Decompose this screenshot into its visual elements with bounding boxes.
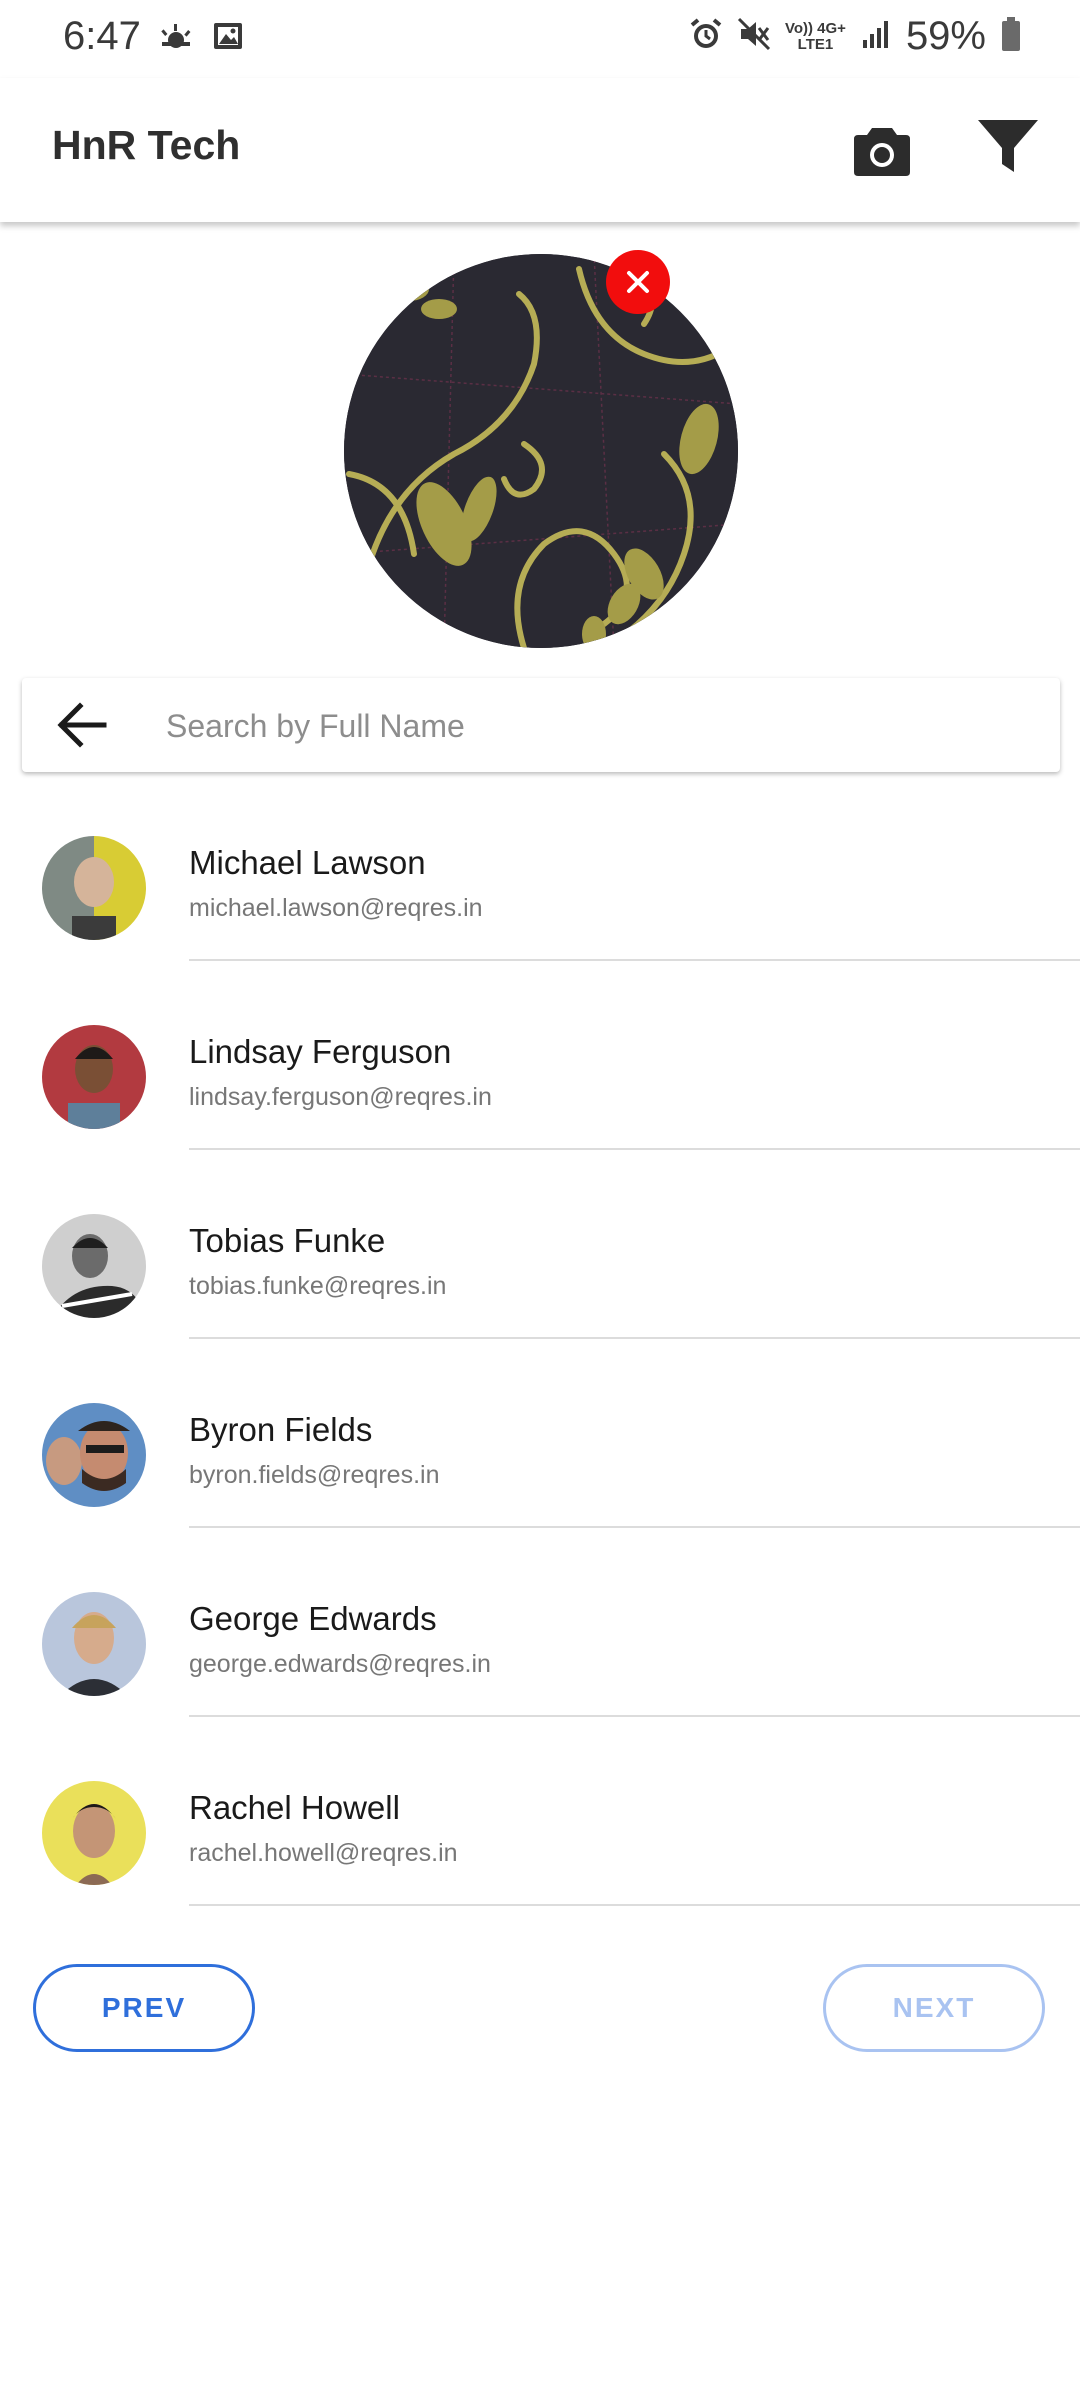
divider	[189, 1148, 1080, 1150]
status-left-icons	[158, 20, 244, 59]
search-bar	[22, 678, 1060, 772]
divider	[189, 1526, 1080, 1528]
gallery-icon	[212, 20, 244, 59]
user-email: rachel.howell@reqres.in	[189, 1839, 458, 1867]
user-name: Rachel Howell	[189, 1789, 400, 1826]
user-list: Michael Lawson michael.lawson@reqres.in …	[0, 800, 1080, 1934]
list-item[interactable]: George Edwards george.edwards@reqres.in	[0, 1556, 1080, 1745]
battery-icon	[1000, 16, 1022, 57]
list-item[interactable]: Lindsay Ferguson lindsay.ferguson@reqres…	[0, 989, 1080, 1178]
signal-icon	[860, 18, 892, 55]
avatar	[42, 836, 146, 940]
avatar	[42, 1781, 146, 1885]
user-name: Lindsay Ferguson	[189, 1033, 452, 1070]
app-bar: HnR Tech	[0, 78, 1080, 222]
fabric-photo	[344, 254, 738, 648]
divider	[189, 1715, 1080, 1717]
app-title: HnR Tech	[52, 122, 241, 168]
prev-button[interactable]: PREV	[33, 1964, 255, 2052]
arrow-left-icon	[57, 702, 107, 748]
next-button[interactable]: NEXT	[823, 1964, 1045, 2052]
volte-icon: Vo)) 4G+ LTE1	[784, 19, 846, 53]
filter-button[interactable]	[976, 116, 1040, 178]
remove-photo-button[interactable]	[606, 250, 670, 314]
avatar	[42, 1214, 146, 1318]
list-item[interactable]: Tobias Funke tobias.funke@reqres.in	[0, 1178, 1080, 1367]
search-input[interactable]	[164, 692, 1028, 760]
user-email: byron.fields@reqres.in	[189, 1461, 440, 1489]
network-label-bottom: LTE1	[797, 35, 834, 53]
user-name: Michael Lawson	[189, 844, 426, 881]
avatar	[42, 1592, 146, 1696]
user-email: george.edwards@reqres.in	[189, 1650, 491, 1678]
user-email: michael.lawson@reqres.in	[189, 894, 483, 922]
divider	[189, 1337, 1080, 1339]
status-time: 6:47	[63, 14, 141, 58]
battery-percent: 59%	[905, 14, 986, 58]
avatar	[42, 1403, 146, 1507]
alarm-icon	[689, 17, 723, 56]
divider	[189, 1904, 1080, 1906]
list-item[interactable]: Byron Fields byron.fields@reqres.in	[0, 1367, 1080, 1556]
user-name: Byron Fields	[189, 1411, 373, 1448]
mute-icon	[737, 17, 771, 56]
status-right-icons: Vo)) 4G+ LTE1 59%	[689, 14, 1022, 59]
user-name: George Edwards	[189, 1600, 437, 1637]
user-email: lindsay.ferguson@reqres.in	[189, 1083, 492, 1111]
user-email: tobias.funke@reqres.in	[189, 1272, 447, 1300]
list-item[interactable]: Michael Lawson michael.lawson@reqres.in	[0, 800, 1080, 989]
camera-button[interactable]	[852, 122, 912, 178]
network-label-top: Vo)) 4G+	[784, 19, 846, 37]
status-bar: 6:47 Vo)) 4G+ LTE1 59%	[0, 0, 1080, 78]
filter-icon	[978, 120, 1038, 172]
list-item[interactable]: Rachel Howell rachel.howell@reqres.in	[0, 1745, 1080, 1934]
avatar	[42, 1025, 146, 1129]
close-icon	[627, 271, 649, 293]
captured-photo	[344, 254, 738, 648]
camera-icon	[854, 128, 910, 176]
back-button[interactable]	[56, 700, 108, 750]
divider	[189, 959, 1080, 961]
user-name: Tobias Funke	[189, 1222, 386, 1259]
weather-icon	[158, 20, 194, 59]
